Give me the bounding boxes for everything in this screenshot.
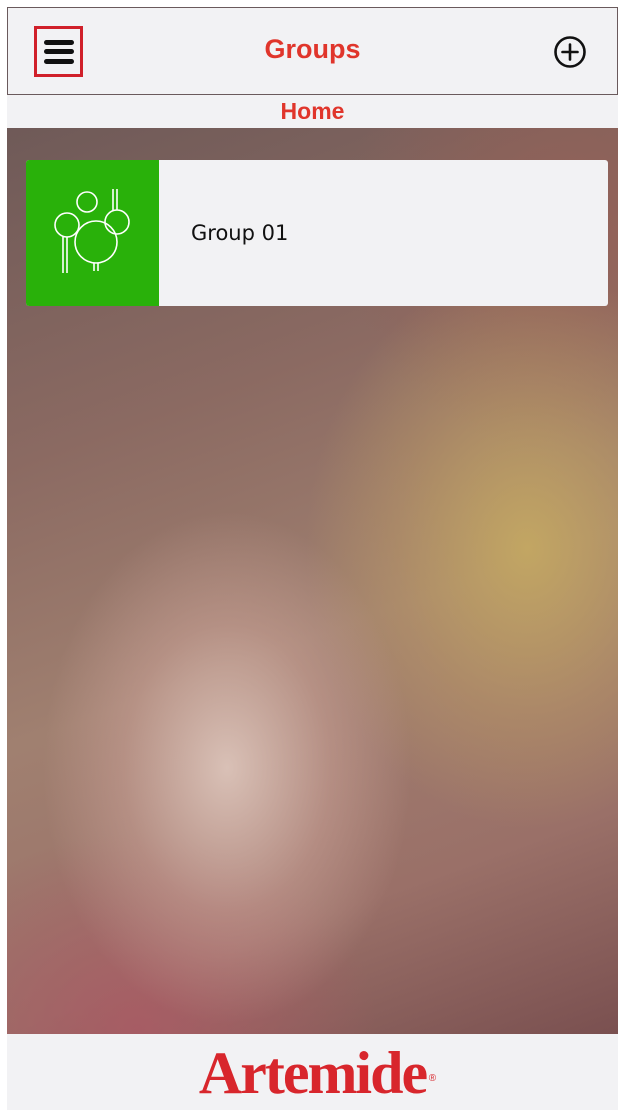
groups-list: Group 01 [7, 128, 618, 1034]
page-title: Groups [264, 34, 361, 64]
app-screen: Groups Home Group 01 Artemide ® [7, 7, 618, 1110]
group-item[interactable]: Group 01 [26, 160, 608, 306]
group-name: Group 01 [191, 221, 289, 245]
page-title-container: Groups [8, 34, 617, 65]
group-thumbnail [26, 160, 159, 306]
plus-circle-icon[interactable] [553, 35, 587, 69]
menu-button[interactable] [34, 26, 83, 77]
brand-logo-text: Artemide [198, 1040, 428, 1106]
breadcrumb: Home [7, 95, 618, 128]
breadcrumb-home[interactable]: Home [281, 98, 345, 124]
brand-footer: Artemide ® [7, 1034, 618, 1110]
top-bar: Groups [7, 7, 618, 95]
brand-logo: Artemide ® [198, 1038, 436, 1108]
hamburger-menu-icon [43, 39, 74, 64]
trees-icon [53, 189, 130, 273]
registered-mark: ® [428, 1073, 437, 1084]
